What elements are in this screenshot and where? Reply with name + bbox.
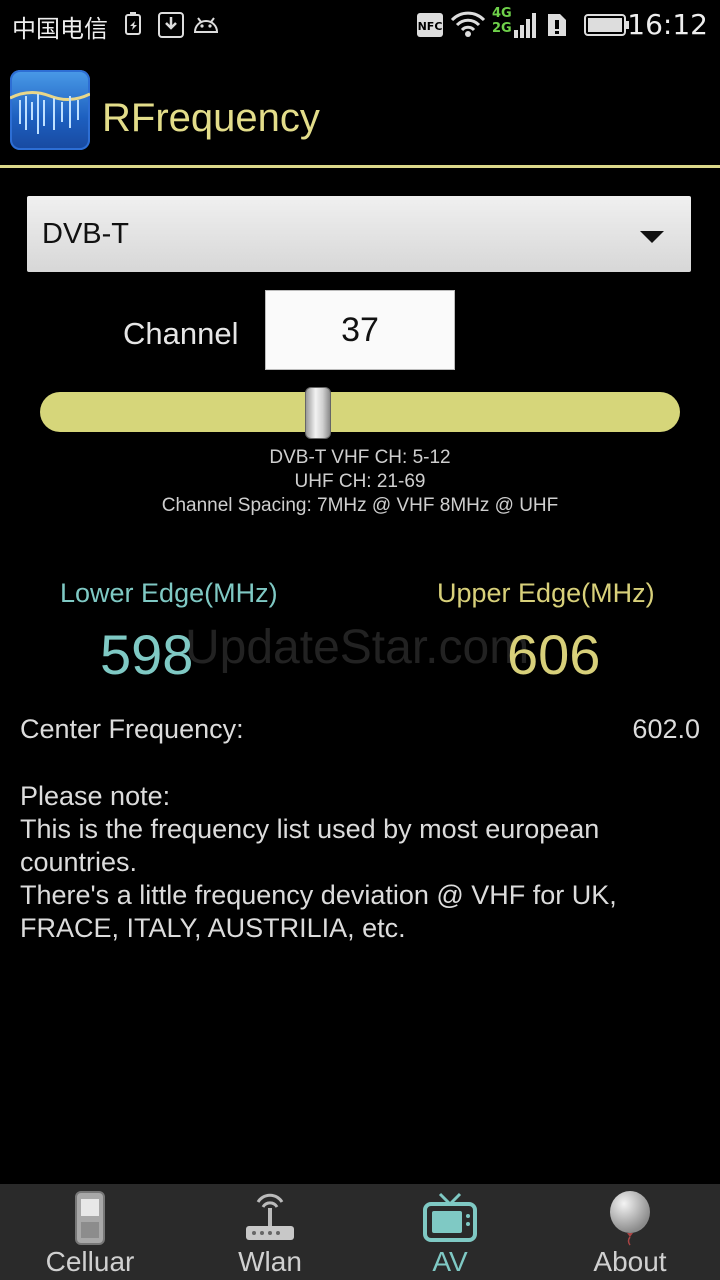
nfc-icon: NFC — [416, 12, 444, 42]
download-icon — [158, 12, 184, 43]
tab-wlan[interactable]: Wlan — [180, 1184, 360, 1280]
carrier-name: 中国电信 — [12, 15, 108, 43]
watermark: UpdateStar.com — [185, 621, 530, 674]
clock: 16:12 — [627, 8, 708, 41]
phone-icon — [60, 1190, 120, 1246]
lower-edge-label: Lower Edge(MHz) — [60, 578, 278, 608]
lower-edge-value: 598 — [100, 623, 194, 686]
tab-label: AV — [432, 1246, 468, 1277]
channel-slider[interactable] — [40, 392, 680, 432]
app-bar-divider — [0, 165, 720, 168]
chevron-down-icon[interactable] — [640, 231, 664, 243]
router-icon — [240, 1190, 300, 1246]
battery-saver-icon — [122, 12, 144, 41]
channel-input[interactable]: 37 — [265, 290, 455, 370]
network-type-label: 4G 2G — [492, 6, 512, 36]
balloon-icon — [600, 1190, 660, 1246]
app-logo-icon — [10, 70, 90, 150]
note-line: countries. — [20, 847, 138, 877]
upper-edge-label: Upper Edge(MHz) — [437, 578, 655, 608]
note-line: Please note: — [20, 781, 171, 811]
tv-icon — [420, 1190, 480, 1246]
upper-edge-value: 606 — [507, 623, 601, 686]
note-text: Please note: This is the frequency list … — [20, 780, 700, 945]
signal-icon — [514, 12, 536, 42]
wifi-icon — [450, 10, 486, 42]
android-icon — [192, 12, 220, 39]
battery-icon — [584, 14, 630, 40]
tab-av[interactable]: AV — [360, 1184, 540, 1280]
note-line: There's a little frequency deviation @ V… — [20, 880, 617, 910]
note-line: FRACE, ITALY, AUSTRILIA, etc. — [20, 913, 406, 943]
note-line: This is the frequency list used by most … — [20, 814, 600, 844]
tab-label: Celluar — [45, 1246, 135, 1277]
channel-slider-thumb[interactable] — [305, 387, 331, 439]
channel-label: Channel — [123, 316, 239, 351]
tab-label: Wlan — [238, 1246, 302, 1277]
tab-about[interactable]: About — [540, 1184, 720, 1280]
uhf-channel-info: UHF CH: 21-69 — [294, 471, 426, 492]
vhf-channel-info: DVB-T VHF CH: 5-12 — [269, 447, 451, 468]
channel-spacing-info: Channel Spacing: 7MHz @ VHF 8MHz @ UHF — [161, 495, 559, 516]
center-frequency-label: Center Frequency: — [20, 714, 244, 744]
tab-celluar[interactable]: Celluar — [0, 1184, 180, 1280]
sim-alert-icon — [546, 12, 568, 42]
app-title: RFrequency — [102, 96, 320, 140]
svg-text:NFC: NFC — [418, 20, 443, 33]
standard-dropdown-value: DVB-T — [42, 218, 129, 250]
tab-label: About — [593, 1246, 667, 1277]
center-frequency-value: 602.0 — [632, 714, 700, 744]
